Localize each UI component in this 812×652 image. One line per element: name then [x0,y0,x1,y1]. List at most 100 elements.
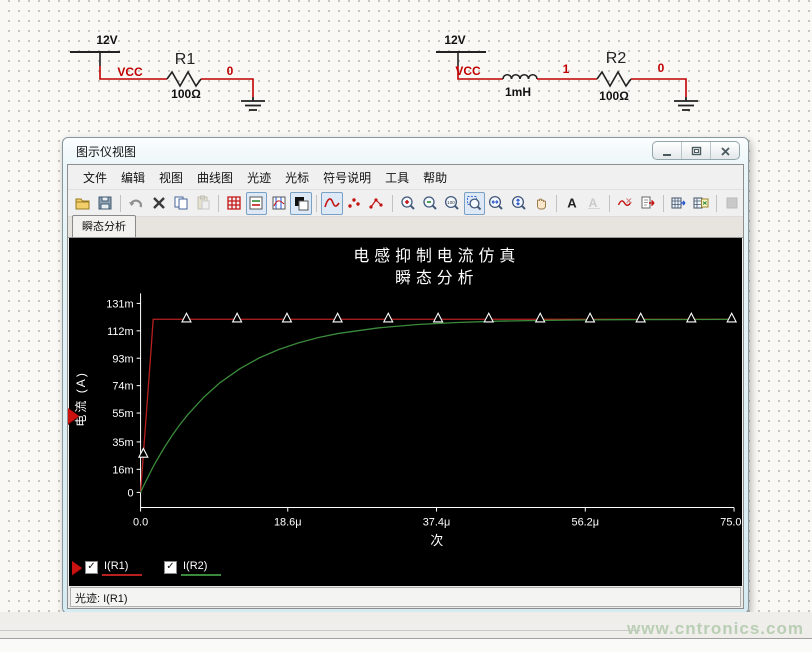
trace-marker [434,313,443,322]
title-bar[interactable]: 图示仪视图 [63,138,748,163]
trace-marker [182,313,191,322]
menu-item-0[interactable]: 文件 [76,166,114,189]
trace-marker [282,313,291,322]
legend-label[interactable]: I(R2) [181,560,221,572]
dc-source-left[interactable]: 12V [70,33,120,66]
x-tick-label: 56.2μ [572,517,600,529]
x-tick-label: 0.0 [133,517,148,529]
copy-button[interactable] [170,192,191,215]
copy-icon [173,195,189,211]
delete-button[interactable] [148,192,169,215]
line-plot-icon [324,195,340,211]
zoom-in-button[interactable] [397,192,418,215]
show-cursors-icon [271,195,287,211]
y-tick-label: 35m [112,437,133,449]
grapher-window: 图示仪视图 文件编辑视图曲线图光迹光标符号说明工具帮助 100 AA 瞬态分析 [62,137,749,614]
svg-text:A: A [589,196,598,210]
transient-plot[interactable]: 电感抑制电流仿真 瞬态分析 电流 (A) 次 016m35m55m74m93m1… [69,238,742,586]
y-tick-label: 93m [112,353,133,365]
maximize-button[interactable] [682,142,711,159]
tab-transient-analysis[interactable]: 瞬态分析 [72,215,136,237]
legend-label[interactable]: I(R1) [102,560,142,572]
y-tick-label: 55m [112,408,133,420]
menu-item-3[interactable]: 曲线图 [190,166,240,189]
zoom-out-button[interactable] [419,192,440,215]
trace-ir2[interactable] [141,319,734,492]
chart-subtitle: 瞬态分析 [395,269,478,287]
black-white-toggle-button[interactable] [290,192,311,215]
close-button[interactable] [711,142,739,159]
menu-item-5[interactable]: 光标 [278,166,316,189]
menu-item-7[interactable]: 工具 [378,166,416,189]
net-label-0-left[interactable]: 0 [227,64,234,78]
menu-item-6[interactable]: 符号说明 [316,166,378,189]
zoom-horizontal-button[interactable] [486,192,507,215]
legend-checkbox-0[interactable]: ✓ [85,561,98,574]
schematic-canvas: 12V VCC R1 100Ω 0 12V VCC 1mH 1 R2 [0,0,812,137]
x-tick-label: 18.6μ [274,517,302,529]
stop-button [721,192,742,215]
net-label-0-right[interactable]: 0 [658,61,665,75]
export-excel-button[interactable] [690,192,711,215]
stop-icon [724,195,740,211]
trace-marker [586,313,595,322]
resistor-r1[interactable]: R1 100Ω [167,51,201,101]
open-button[interactable] [73,192,94,215]
overlay-traces-button[interactable] [615,192,636,215]
y-tick-label: 74m [112,381,133,393]
trace-marker [384,313,393,322]
trace-marker [727,313,736,322]
legend-checkbox-1[interactable]: ✓ [164,561,177,574]
dc-source-right[interactable]: 12V [436,33,486,66]
ground-symbol-right[interactable] [674,97,698,110]
point-line-plot-button[interactable] [366,192,387,215]
line-plot-button[interactable] [321,192,342,215]
open-icon [75,195,91,211]
toolbar-separator [609,195,610,212]
wire-left-out[interactable] [201,79,253,97]
trace-ir1[interactable] [141,319,734,492]
svg-text:100: 100 [447,200,455,205]
net-label-1[interactable]: 1 [563,62,570,76]
zoom-vertical-button[interactable] [508,192,529,215]
toolbar: 100 AA [68,190,743,217]
net-label-vcc-left[interactable]: VCC [117,65,143,79]
window-title: 图示仪视图 [76,143,136,160]
menu-item-4[interactable]: 光迹 [240,166,278,189]
minimize-button[interactable] [653,142,682,159]
watermark: www.cntronics.com [627,619,804,639]
export-table-button[interactable] [668,192,689,215]
toolbar-separator [316,195,317,212]
legend: ✓ I(R1) ✓ I(R2) [72,555,243,581]
zoom-100-button[interactable]: 100 [441,192,462,215]
inductor-l1[interactable]: 1mH [503,75,537,99]
resistor-r2[interactable]: R2 100Ω [597,50,631,103]
undo-button[interactable] [126,192,147,215]
menu-item-8[interactable]: 帮助 [416,166,454,189]
save-button[interactable] [95,192,116,215]
scatter-plot-button[interactable] [344,192,365,215]
menu-bar: 文件编辑视图曲线图光迹光标符号说明工具帮助 [68,165,743,190]
bottom-divider [0,630,640,631]
add-text-icon: A [564,195,580,211]
zoom-area-button[interactable] [464,192,485,215]
show-grid-button[interactable] [224,192,245,215]
zoom-horizontal-icon [488,195,504,211]
add-text-button[interactable]: A [561,192,582,215]
show-legend-button[interactable] [246,192,267,215]
pan-hand-button[interactable] [530,192,551,215]
menu-item-1[interactable]: 编辑 [114,166,152,189]
r1-value-label: 100Ω [171,87,201,101]
ground-symbol-left[interactable] [241,97,265,110]
black-white-toggle-icon [293,195,309,211]
legend-item-ir2: ✓ I(R2) [164,560,221,576]
zoom-vertical-icon [511,195,527,211]
menu-item-2[interactable]: 视图 [152,166,190,189]
net-label-vcc-right[interactable]: VCC [455,64,481,78]
toolbar-separator [120,195,121,212]
export-graph-button[interactable] [637,192,658,215]
wire-right-out[interactable] [631,79,686,97]
show-cursors-button[interactable] [268,192,289,215]
export-excel-icon [693,195,709,211]
toolbar-separator [663,195,664,212]
